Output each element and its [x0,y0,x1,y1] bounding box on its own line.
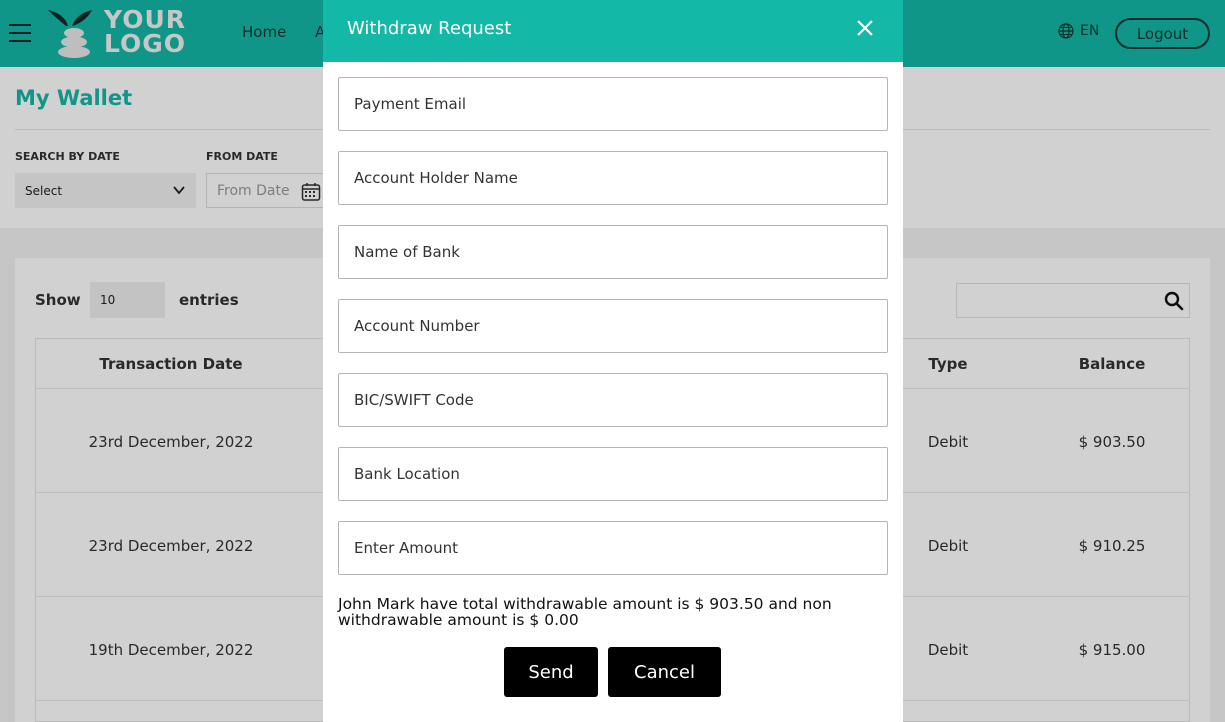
amount-field[interactable] [338,521,888,575]
withdraw-request-modal: Withdraw Request John Mark have total wi… [323,0,903,722]
payment-email-field[interactable] [338,77,888,131]
account-number-field[interactable] [338,299,888,353]
withdrawable-amount-info: John Mark have total withdrawable amount… [338,595,832,629]
send-button[interactable]: Send [504,647,598,697]
modal-header: Withdraw Request [323,0,903,62]
bank-location-field[interactable] [338,447,888,501]
modal-title: Withdraw Request [347,18,512,39]
bank-name-field[interactable] [338,225,888,279]
bic-swift-code-field[interactable] [338,373,888,427]
cancel-button[interactable]: Cancel [608,647,721,697]
close-icon[interactable] [855,18,875,38]
account-holder-name-field[interactable] [338,151,888,205]
